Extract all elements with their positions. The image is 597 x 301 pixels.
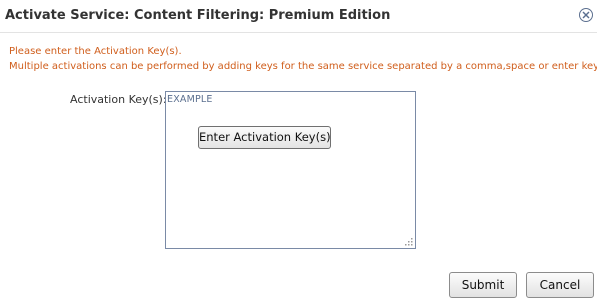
activate-service-dialog: Activate Service: Content Filtering: Pre… xyxy=(0,0,597,301)
instructions-text: Please enter the Activation Key(s). Mult… xyxy=(9,44,597,74)
cancel-button[interactable]: Cancel xyxy=(526,272,594,298)
activation-key-label: Activation Key(s): xyxy=(70,93,167,106)
close-icon xyxy=(582,11,590,19)
enter-activation-key-button[interactable]: Enter Activation Key(s) xyxy=(198,126,331,149)
submit-button[interactable]: Submit xyxy=(449,272,517,298)
resize-grip-icon[interactable] xyxy=(404,237,414,247)
dialog-title: Activate Service: Content Filtering: Pre… xyxy=(5,8,391,23)
dialog-title-bar: Activate Service: Content Filtering: Pre… xyxy=(0,0,597,33)
activation-key-textarea[interactable]: EXAMPLE xyxy=(165,91,416,249)
instruction-line-1: Please enter the Activation Key(s). xyxy=(9,46,182,57)
close-button[interactable] xyxy=(579,8,593,22)
activation-key-placeholder: EXAMPLE xyxy=(167,94,213,105)
instruction-line-2: Multiple activations can be performed by… xyxy=(9,61,597,72)
